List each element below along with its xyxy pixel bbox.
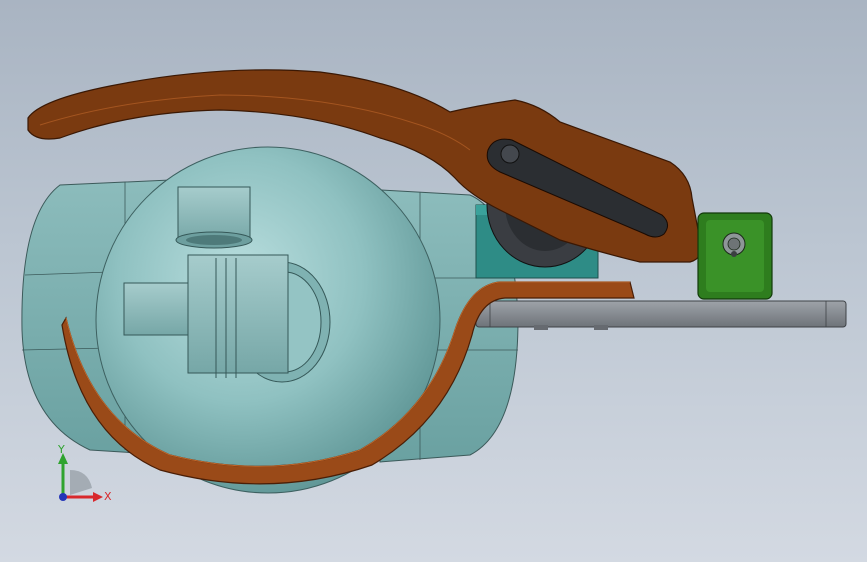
cad-viewport[interactable]: Y X xyxy=(0,0,867,562)
triad-z-axis xyxy=(59,493,67,501)
orientation-triad xyxy=(58,453,103,502)
cad-model-scene[interactable] xyxy=(0,0,867,562)
triad-y-label: Y xyxy=(58,443,65,456)
valve-body[interactable] xyxy=(21,146,519,494)
triad-x-label: X xyxy=(104,490,112,503)
base-plate[interactable] xyxy=(475,300,847,330)
slot-pin-icon xyxy=(500,144,520,164)
triad-rotation-arc-icon xyxy=(70,470,92,495)
pivot-block[interactable] xyxy=(697,212,773,300)
